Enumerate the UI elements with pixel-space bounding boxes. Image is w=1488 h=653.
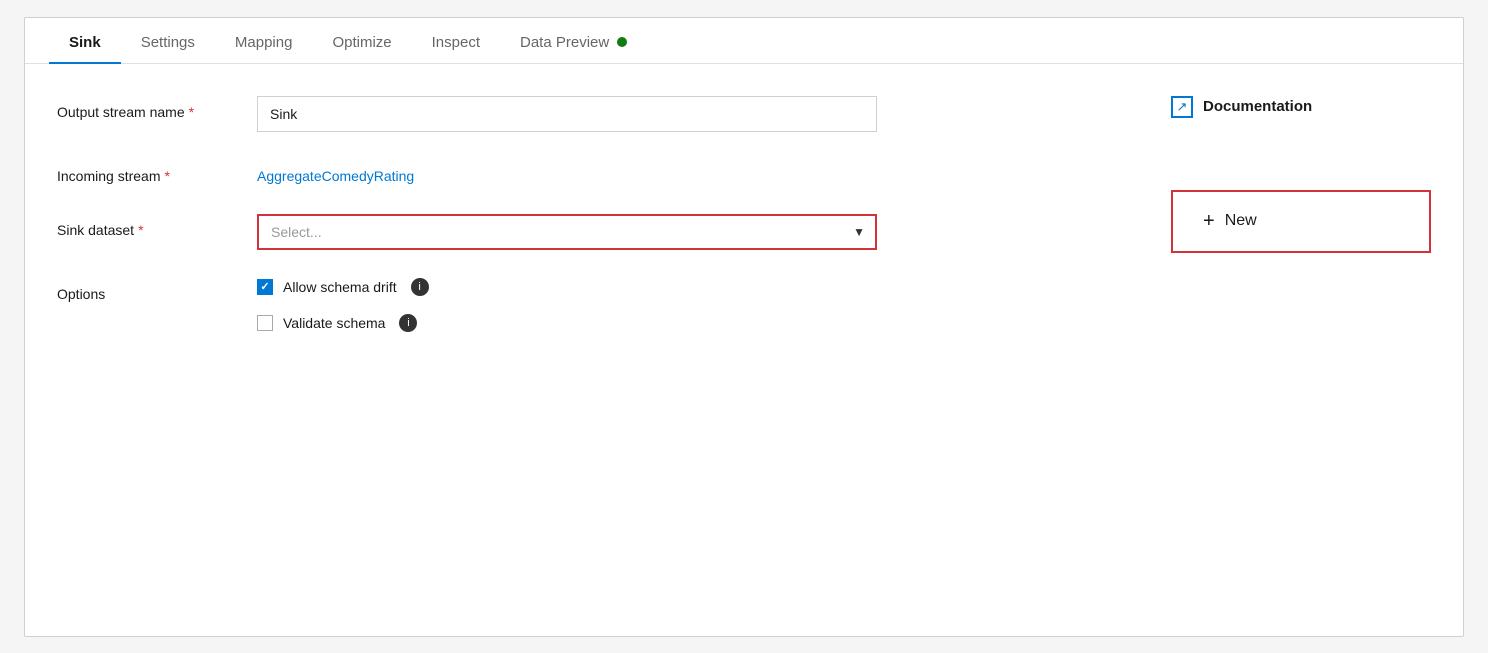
tab-inspect[interactable]: Inspect [412,18,500,63]
output-stream-row: Output stream name* [57,96,1131,132]
allow-schema-drift-checkbox[interactable] [257,279,273,295]
options-control: Allow schema drift i Validate schema i [257,278,1131,332]
tab-data-preview[interactable]: Data Preview [500,18,647,63]
validate-schema-row: Validate schema i [257,314,1131,332]
tab-sink[interactable]: Sink [49,18,121,63]
new-button-label: New [1225,212,1257,230]
main-panel: Sink Settings Mapping Optimize Inspect D… [24,17,1464,637]
incoming-stream-link[interactable]: AggregateComedyRating [257,160,414,184]
tab-mapping[interactable]: Mapping [215,18,313,63]
sink-dataset-required: * [138,222,143,238]
sink-dataset-select[interactable]: Select... [257,214,877,250]
data-preview-status-dot [617,37,627,47]
content-area: Output stream name* Incoming stream* Agg… [25,64,1463,392]
validate-schema-checkbox[interactable] [257,315,273,331]
incoming-stream-required: * [164,168,169,184]
sink-dataset-label: Sink dataset* [57,214,257,238]
sink-dataset-select-wrapper: Select... ▼ [257,214,877,250]
incoming-stream-row: Incoming stream* AggregateComedyRating [57,160,1131,186]
documentation-link[interactable]: Documentation [1171,96,1431,118]
form-area: Output stream name* Incoming stream* Agg… [57,96,1131,360]
output-stream-input[interactable] [257,96,877,132]
options-label: Options [57,278,257,302]
sink-dataset-row: Sink dataset* Select... ▼ [57,214,1131,250]
validate-schema-info-icon[interactable]: i [399,314,417,332]
plus-icon: + [1203,210,1215,233]
output-stream-required: * [189,104,194,120]
tab-bar: Sink Settings Mapping Optimize Inspect D… [25,18,1463,64]
right-panel: Documentation + New [1171,96,1431,360]
tab-settings[interactable]: Settings [121,18,215,63]
incoming-stream-control: AggregateComedyRating [257,160,1131,186]
new-button[interactable]: + New [1171,190,1431,253]
validate-schema-label: Validate schema [283,315,385,331]
allow-schema-drift-label: Allow schema drift [283,279,397,295]
allow-schema-drift-row: Allow schema drift i [257,278,1131,296]
allow-schema-drift-info-icon[interactable]: i [411,278,429,296]
tab-optimize[interactable]: Optimize [312,18,411,63]
output-stream-label: Output stream name* [57,96,257,120]
data-preview-label: Data Preview [520,34,609,51]
options-row: Options Allow schema drift i Valid [57,278,1131,332]
sink-dataset-control: Select... ▼ [257,214,1131,250]
options-area: Allow schema drift i Validate schema i [257,278,1131,332]
output-stream-control [257,96,1131,132]
incoming-stream-label: Incoming stream* [57,160,257,184]
external-link-icon [1171,96,1193,118]
documentation-label: Documentation [1203,98,1312,115]
